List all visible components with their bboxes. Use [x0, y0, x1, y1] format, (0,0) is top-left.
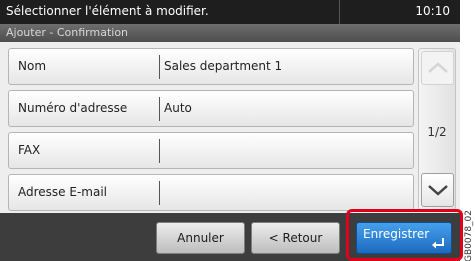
clock: 10:10 [415, 4, 450, 18]
instruction-message: Sélectionner l'élément à modifier. [6, 4, 209, 18]
figure-code: GB0078_02 [456, 210, 474, 261]
screen-title: Ajouter - Confirmation [6, 26, 129, 39]
page-indicator: 1/2 [427, 125, 447, 139]
field-divider [159, 181, 160, 205]
field-label: Nom [18, 59, 47, 73]
figure-code-text: GB0078_02 [464, 209, 475, 261]
cancel-button[interactable]: Annuler [156, 222, 245, 254]
highlight-frame [346, 209, 463, 261]
field-label: Numéro d'adresse [18, 101, 128, 115]
field-row-email[interactable]: Adresse E-mail [8, 174, 414, 211]
scroll-down-button[interactable] [421, 173, 454, 207]
field-label: Adresse E-mail [18, 185, 107, 199]
field-row-fax[interactable]: FAX [8, 132, 414, 169]
scroll-panel: 1/2 [418, 48, 456, 210]
field-value: Auto [164, 101, 192, 115]
scroll-up-button[interactable] [421, 51, 454, 85]
chevron-up-icon [428, 62, 448, 73]
field-divider [159, 55, 160, 79]
field-value: Sales department 1 [164, 59, 283, 73]
field-row-name[interactable]: Nom Sales department 1 [8, 48, 414, 85]
field-label: FAX [18, 143, 41, 157]
chevron-down-icon [428, 185, 448, 196]
title-bar: Ajouter - Confirmation [0, 24, 460, 42]
message-bar: Sélectionner l'élément à modifier. 10:10 [0, 0, 460, 24]
field-divider [159, 139, 160, 163]
field-row-address-number[interactable]: Numéro d'adresse Auto [8, 90, 414, 127]
back-button[interactable]: < Retour [251, 222, 340, 254]
header-separator [339, 0, 340, 24]
field-list: Nom Sales department 1 Numéro d'adresse … [8, 48, 456, 211]
field-divider [159, 97, 160, 121]
header: Sélectionner l'élément à modifier. 10:10… [0, 0, 460, 42]
